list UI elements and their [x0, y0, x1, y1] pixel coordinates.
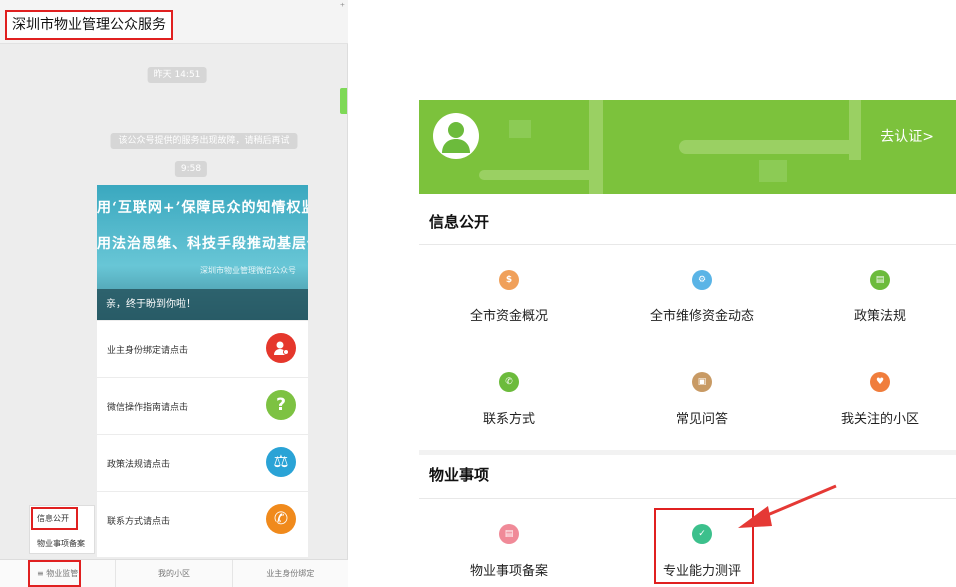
gear-icon: ⚙: [692, 270, 712, 290]
system-message: 该公众号提供的服务出现故障，请稍后再试: [110, 133, 298, 149]
avatar[interactable]: [433, 113, 479, 159]
card-item-label: 微信操作指南请点击: [107, 402, 189, 413]
chat-icon: ▣: [692, 372, 712, 392]
question-icon: ?: [266, 390, 296, 420]
submenu-popup: 信息公开 物业事项备案: [29, 505, 95, 554]
phone-icon: ✆: [499, 372, 519, 392]
grid-item-fund-overview[interactable]: 全市资金概况: [470, 305, 548, 324]
submenu-item-record[interactable]: 物业事项备案: [37, 538, 85, 549]
menu-corner-icon[interactable]: ⁺: [340, 2, 345, 13]
hero-decor: [849, 100, 861, 160]
banner-line-1: 用‘互联网+’保障民众的知情权监督权: [97, 200, 308, 216]
grid-item-policy[interactable]: 政策法规: [854, 305, 906, 324]
news-card: 用‘互联网+’保障民众的知情权监督权 用法治思维、科技手段推动基层依法治理 深圳…: [97, 185, 308, 557]
card-item-label: 政策法规请点击: [107, 459, 171, 470]
document-icon: ▤: [870, 270, 890, 290]
hero-decor: [509, 120, 531, 138]
message-bubble-edge: [340, 88, 347, 114]
card-item-contact[interactable]: 联系方式请点击 ✆: [97, 491, 308, 548]
heart-icon: ♥: [870, 372, 890, 392]
hero-decor: [759, 160, 787, 182]
divider: [419, 244, 956, 245]
card-item-guide[interactable]: 微信操作指南请点击 ?: [97, 377, 308, 434]
screenshot-composite: 深圳市物业管理公众服务 ⁺ 昨天 14:51 该公众号提供的服务出现故障，请稍后…: [0, 0, 956, 587]
timestamp-1: 昨天 14:51: [147, 67, 207, 83]
grid-item-property-record[interactable]: 物业事项备案: [470, 560, 548, 579]
section-title-info: 信息公开: [419, 202, 956, 240]
user-badge-icon: [266, 333, 296, 363]
highlight-box-assessment: [654, 508, 754, 584]
scale-icon: ⚖: [266, 447, 296, 477]
page-title: 深圳市物业管理公众服务: [5, 10, 173, 40]
record-icon: ▤: [499, 524, 519, 544]
hero-decor: [679, 140, 859, 154]
grid-item-contact[interactable]: 联系方式: [483, 408, 535, 427]
section-title-property: 物业事项: [419, 455, 956, 493]
divider: [419, 498, 956, 499]
grid-item-faq[interactable]: 常见问答: [676, 408, 728, 427]
hero-decor: [479, 170, 599, 180]
verify-link[interactable]: 去认证>: [880, 126, 934, 146]
fund-overview-icon: $: [499, 270, 519, 290]
nav-label: 业主身份绑定: [266, 569, 315, 578]
banner-signature: 深圳市物业管理微信公众号: [200, 266, 296, 275]
phone-icon: ✆: [266, 504, 296, 534]
grid-item-followed-communities[interactable]: 我关注的小区: [841, 408, 919, 427]
banner-strip: 亲，终于盼到你啦！: [97, 289, 308, 320]
wechat-chat-panel: 深圳市物业管理公众服务 ⁺ 昨天 14:51 该公众号提供的服务出现故障，请稍后…: [0, 0, 348, 587]
card-banner[interactable]: 用‘互联网+’保障民众的知情权监督权 用法治思维、科技手段推动基层依法治理 深圳…: [97, 185, 308, 320]
card-item-label: 联系方式请点击: [107, 516, 171, 527]
nav-label: 我的小区: [157, 569, 190, 578]
grid-item-maintenance-funds[interactable]: 全市维修资金动态: [650, 305, 754, 324]
card-item-bind[interactable]: 业主身份绑定请点击: [97, 320, 308, 377]
banner-line-2: 用法治思维、科技手段推动基层依法治理: [97, 236, 308, 252]
chat-header: 深圳市物业管理公众服务 ⁺: [0, 0, 348, 44]
nav-highlight-box: [28, 560, 81, 587]
submenu-item-info[interactable]: 信息公开: [37, 513, 69, 524]
card-item-label: 业主身份绑定请点击: [107, 345, 189, 356]
nav-my-community[interactable]: 我的小区: [116, 560, 233, 587]
nav-owner-binding[interactable]: 业主身份绑定: [233, 560, 348, 587]
profile-hero: 去认证>: [419, 100, 956, 194]
card-item-policy[interactable]: 政策法规请点击 ⚖: [97, 434, 308, 491]
timestamp-2: 9:58: [174, 161, 208, 177]
